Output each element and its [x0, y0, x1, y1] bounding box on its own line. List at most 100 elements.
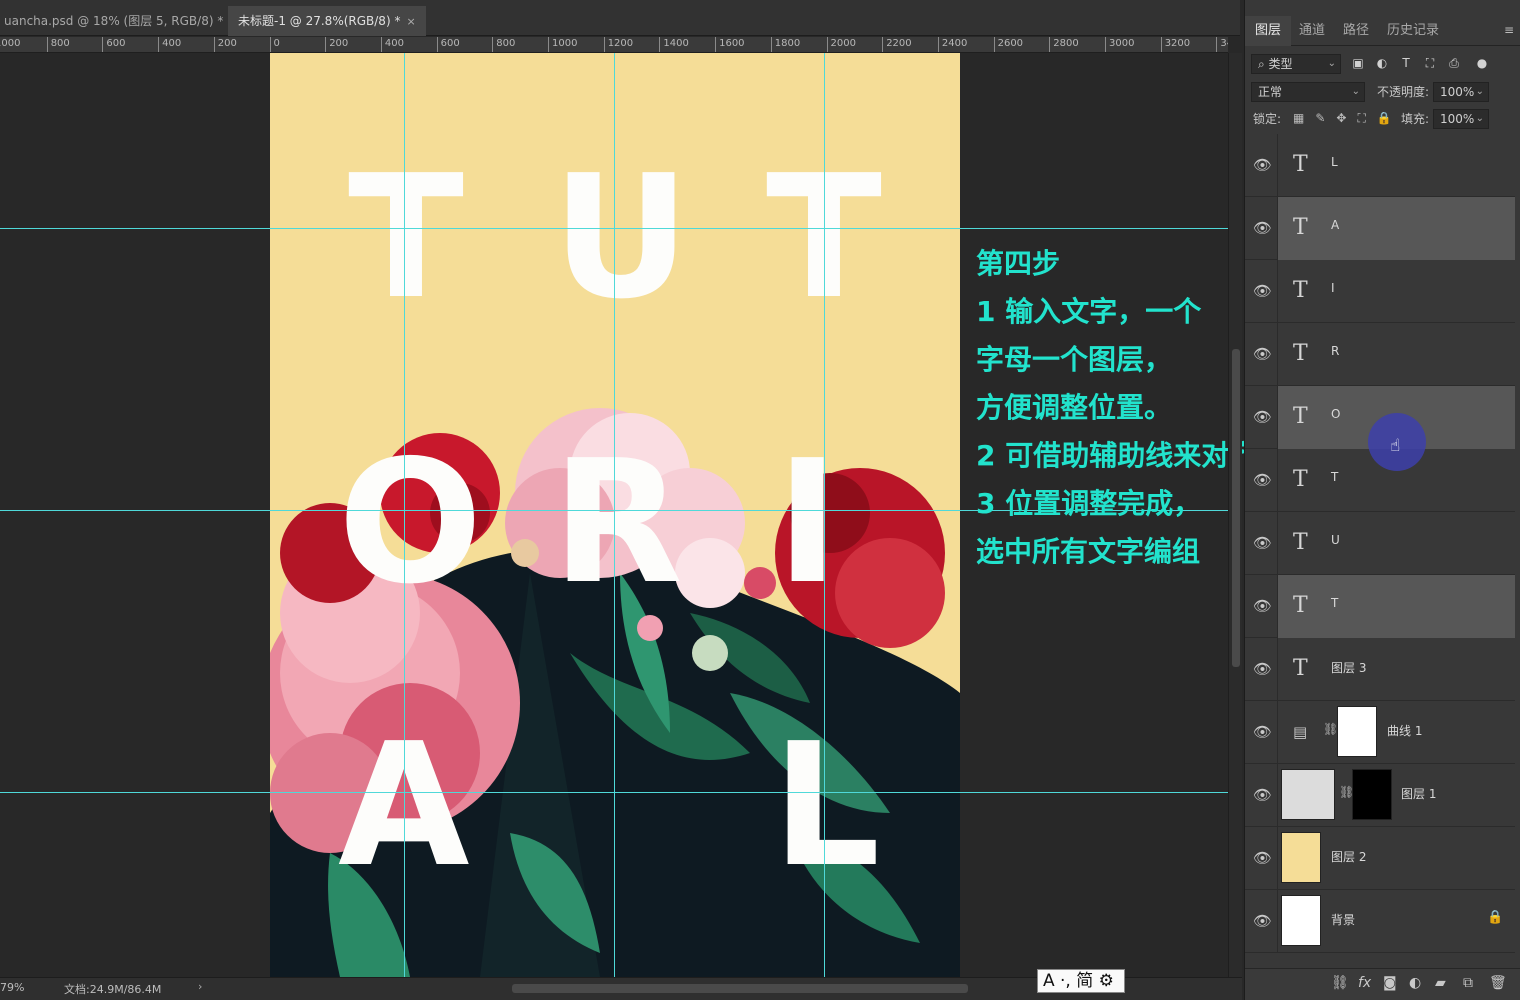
layer-filter-select[interactable]: ⌕ 类型 ⌄ [1251, 54, 1341, 74]
ruler-tick: 3200 [1160, 37, 1190, 52]
layer-body[interactable] [1278, 575, 1515, 638]
letter-i: I [776, 424, 840, 622]
ruler-tick: 400 [158, 37, 181, 52]
tab-channels[interactable]: 通道 [1289, 16, 1335, 46]
eye-icon[interactable]: 👁 [1253, 341, 1272, 367]
annotation-line: 1 输入文字，一个 [976, 295, 1202, 328]
eye-icon[interactable]: 👁 [1253, 215, 1272, 241]
adjustment-layer-icon[interactable]: ◐ [1409, 975, 1421, 991]
tab-label: uancha.psd @ 18% (图层 5, RGB/8) * [4, 14, 224, 28]
ruler-tick: 2200 [882, 37, 912, 52]
layer-row[interactable]: 👁 ⛓ 图层 1 [1245, 764, 1515, 827]
adjustment-filter-icon[interactable]: ◐ [1375, 56, 1389, 70]
lock-icon[interactable]: 🔒 [1487, 910, 1503, 925]
guide-line[interactable] [404, 53, 405, 977]
opacity-value: 100% [1440, 85, 1475, 99]
image-filter-icon[interactable]: ▣ [1351, 56, 1365, 70]
fill-value: 100% [1440, 112, 1475, 126]
fill-thumbnail[interactable] [1281, 832, 1321, 883]
layer-name: I [1331, 281, 1335, 295]
layer-row[interactable]: 👁 T I [1245, 260, 1515, 323]
link-layers-icon[interactable]: ⛓ [1331, 975, 1349, 991]
scroll-thumb[interactable] [1232, 349, 1240, 667]
ruler-tick: 1800 [770, 37, 800, 52]
opacity-field[interactable]: 100% ⌄ [1433, 82, 1489, 102]
layer-row[interactable]: 👁 图层 2 [1245, 827, 1515, 890]
filter-toggle-icon[interactable]: ● [1475, 56, 1489, 70]
tab-paths[interactable]: 路径 [1333, 16, 1379, 46]
lock-all-icon[interactable]: 🔒 [1377, 111, 1403, 125]
layer-body[interactable] [1278, 197, 1515, 260]
layer-row[interactable]: 👁 🔒 背景 [1245, 890, 1515, 953]
layer-row[interactable]: 👁 T U [1245, 512, 1515, 575]
blend-mode-select[interactable]: 正常 ⌄ [1251, 82, 1365, 102]
input-method-bar[interactable]: A ·, 简 ⚙ [1037, 969, 1125, 993]
layer-row[interactable]: 👁 T 图层 3 [1245, 638, 1515, 701]
layer-name: T [1331, 470, 1339, 484]
lock-artboard-icon[interactable]: ⛶ [1357, 111, 1376, 125]
tab-uancha[interactable]: uancha.psd @ 18% (图层 5, RGB/8) *× [0, 6, 249, 36]
ruler-tick: 34 [1216, 37, 1228, 52]
text-layer-icon: T [1293, 467, 1308, 492]
horizontal-scrollbar[interactable] [512, 984, 968, 993]
ruler-tick: 3000 [1105, 37, 1134, 52]
fill-field[interactable]: 100% ⌄ [1433, 109, 1489, 129]
add-mask-icon[interactable]: ◙ [1383, 975, 1397, 991]
eye-icon[interactable]: 👁 [1253, 908, 1272, 934]
guide-line[interactable] [824, 53, 825, 977]
link-icon[interactable]: ⛓ [1323, 722, 1338, 736]
group-folder-icon[interactable]: ▰ [1435, 975, 1446, 991]
lock-position-icon[interactable]: ✥ [1336, 111, 1357, 125]
eye-icon[interactable]: 👁 [1253, 278, 1272, 304]
layer-body[interactable] [1278, 260, 1515, 323]
layer-body[interactable] [1278, 323, 1515, 386]
image-thumbnail[interactable] [1281, 769, 1335, 820]
delete-layer-icon[interactable]: 🗑 [1489, 975, 1507, 991]
eye-icon[interactable]: 👁 [1253, 782, 1272, 808]
mask-thumbnail[interactable] [1337, 706, 1377, 757]
eye-icon[interactable]: 👁 [1253, 656, 1272, 682]
guide-line[interactable] [614, 53, 615, 977]
layer-body[interactable] [1278, 134, 1515, 197]
eye-icon[interactable]: 👁 [1253, 467, 1272, 493]
layer-list[interactable]: 👁 T L 👁 T A 👁 T I 👁 T R 👁 T O 👁 T T 👁 T U 👁 T T 👁 T 图层 3 👁 ▤ ⛓ 曲线 1 👁 ⛓ 图… [1245, 134, 1520, 968]
gear-icon[interactable]: ⚙ [1099, 971, 1114, 991]
tab-layers[interactable]: 图层 [1245, 16, 1292, 46]
layer-name: 图层 2 [1331, 850, 1367, 864]
zoom-level[interactable]: 79% [0, 981, 24, 994]
eye-icon[interactable]: 👁 [1253, 404, 1272, 430]
shape-filter-icon[interactable]: ⛶ [1423, 56, 1437, 70]
annotation-line: 3 位置调整完成， [976, 487, 1202, 520]
smart-object-filter-icon[interactable]: ⎙ [1447, 56, 1461, 70]
eye-icon[interactable]: 👁 [1253, 593, 1272, 619]
lock-transparent-icon[interactable]: ▦ [1293, 111, 1315, 125]
tab-untitled-1[interactable]: 未标题-1 @ 27.8%(RGB/8) * × [228, 6, 426, 36]
lock-paint-icon[interactable]: ✎ [1315, 111, 1336, 125]
mask-thumbnail[interactable] [1352, 769, 1392, 820]
background-thumbnail[interactable] [1281, 895, 1321, 946]
vertical-scrollbar[interactable] [1228, 53, 1242, 977]
layer-body[interactable] [1278, 512, 1515, 575]
status-menu-arrow-icon[interactable]: › [198, 980, 202, 993]
layer-name: 曲线 1 [1387, 724, 1423, 738]
new-layer-icon[interactable]: ⧉ [1463, 975, 1473, 991]
panel-menu-icon[interactable]: ≡ [1504, 23, 1514, 37]
layer-row[interactable]: 👁 T L [1245, 134, 1515, 197]
eye-icon[interactable]: 👁 [1253, 530, 1272, 556]
fx-icon[interactable]: fx [1358, 975, 1371, 991]
layer-body[interactable] [1278, 638, 1515, 701]
eye-icon[interactable]: 👁 [1253, 845, 1272, 871]
annotation-line: 字母一个图层， [976, 343, 1173, 376]
eye-icon[interactable]: 👁 [1253, 152, 1272, 178]
lock-options[interactable]: ▦✎✥⛶🔒 [1293, 111, 1403, 126]
artboard[interactable]: T U T O R I A L [270, 53, 960, 977]
tab-history[interactable]: 历史记录 [1377, 16, 1449, 46]
layer-row[interactable]: 👁 T T [1245, 575, 1515, 638]
eye-icon[interactable]: 👁 [1253, 719, 1272, 745]
layer-row[interactable]: 👁 ▤ ⛓ 曲线 1 [1245, 701, 1515, 764]
type-filter-icon[interactable]: T [1399, 56, 1413, 70]
layer-row[interactable]: 👁 T R [1245, 323, 1515, 386]
close-icon[interactable]: × [406, 15, 415, 28]
horizontal-ruler[interactable]: 1000800600400200020040060080010001200140… [0, 37, 1228, 53]
layer-row[interactable]: 👁 T A [1245, 197, 1515, 260]
